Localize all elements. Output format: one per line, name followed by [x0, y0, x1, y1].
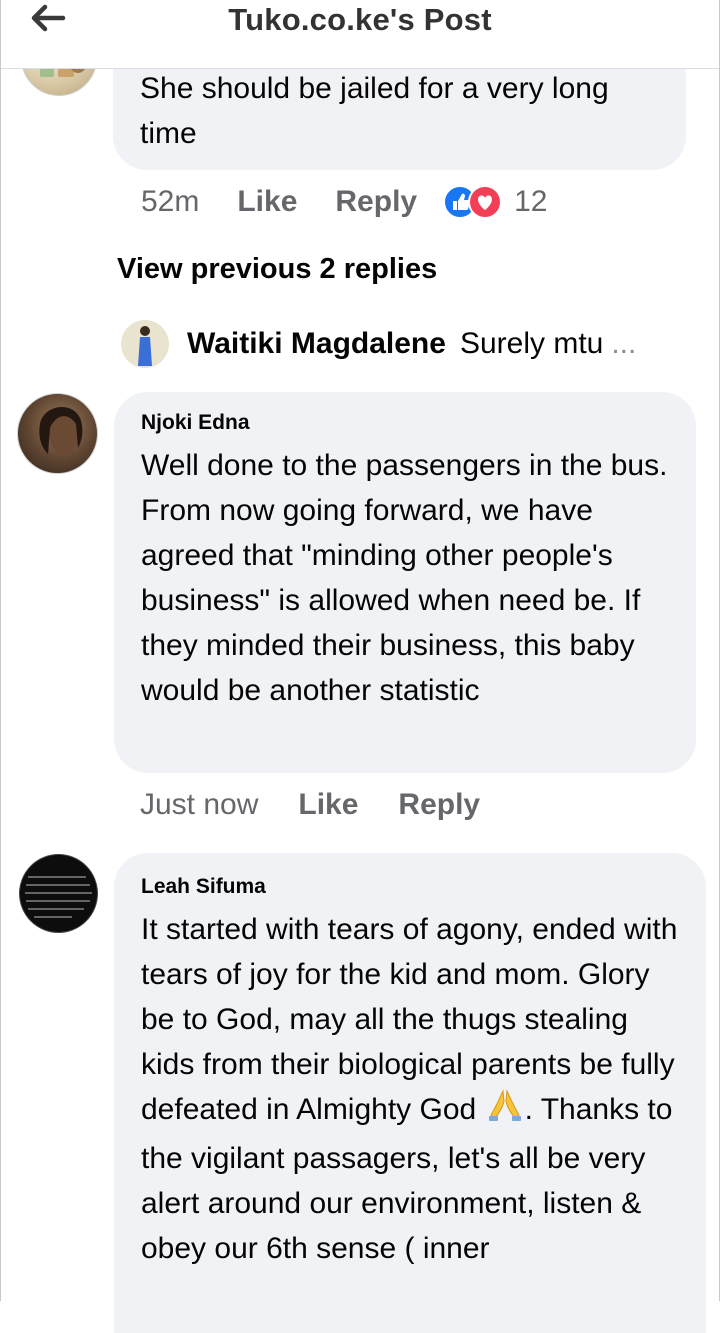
top-app-bar: Tuko.co.ke's Post	[1, 0, 719, 69]
comment-actions: 52m Like Reply 12	[141, 185, 547, 219]
reactions-summary[interactable]	[443, 185, 503, 219]
view-previous-replies-link[interactable]: View previous 2 replies	[117, 253, 437, 286]
reply-button[interactable]: Reply	[335, 185, 417, 219]
avatar-image	[138, 326, 152, 366]
avatar	[121, 320, 169, 368]
avatar-image	[25, 876, 92, 918]
avatar[interactable]	[19, 854, 98, 933]
reply-ellipsis: ...	[611, 327, 637, 360]
like-button[interactable]: Like	[237, 185, 297, 219]
reaction-count: 12	[514, 185, 548, 218]
like-button[interactable]: Like	[298, 788, 358, 822]
reply-button[interactable]: Reply	[398, 788, 480, 822]
avatar-image	[39, 407, 83, 454]
comment-text: It started with tears of agony, ended wi…	[141, 907, 686, 1271]
comment-author[interactable]: Njoki Edna	[141, 411, 676, 435]
comment-timestamp: 52m	[141, 185, 200, 218]
praying-hands-emoji	[485, 1087, 525, 1136]
comment-timestamp: Just now	[140, 788, 259, 821]
reply-preview[interactable]: Waitiki Magdalene Surely mtu ...	[121, 318, 701, 370]
reply-author: Waitiki Magdalene	[187, 327, 446, 360]
page-title: Tuko.co.ke's Post	[228, 2, 492, 37]
reply-snippet: Surely mtu	[459, 327, 604, 360]
comment-author[interactable]: Leah Sifuma	[141, 875, 686, 899]
comment-bubble[interactable]: Njoki Edna Well done to the passengers i…	[114, 392, 696, 773]
comment-text: Well done to the passengers in the bus. …	[141, 449, 668, 707]
comment-actions: Just now Like Reply	[140, 788, 480, 822]
comment-text: She should be jailed for a very long tim…	[140, 72, 609, 150]
avatar[interactable]	[17, 393, 98, 474]
comment-bubble[interactable]: Leah Sifuma It started with tears of ago…	[114, 853, 706, 1333]
heart-icon	[468, 185, 503, 219]
